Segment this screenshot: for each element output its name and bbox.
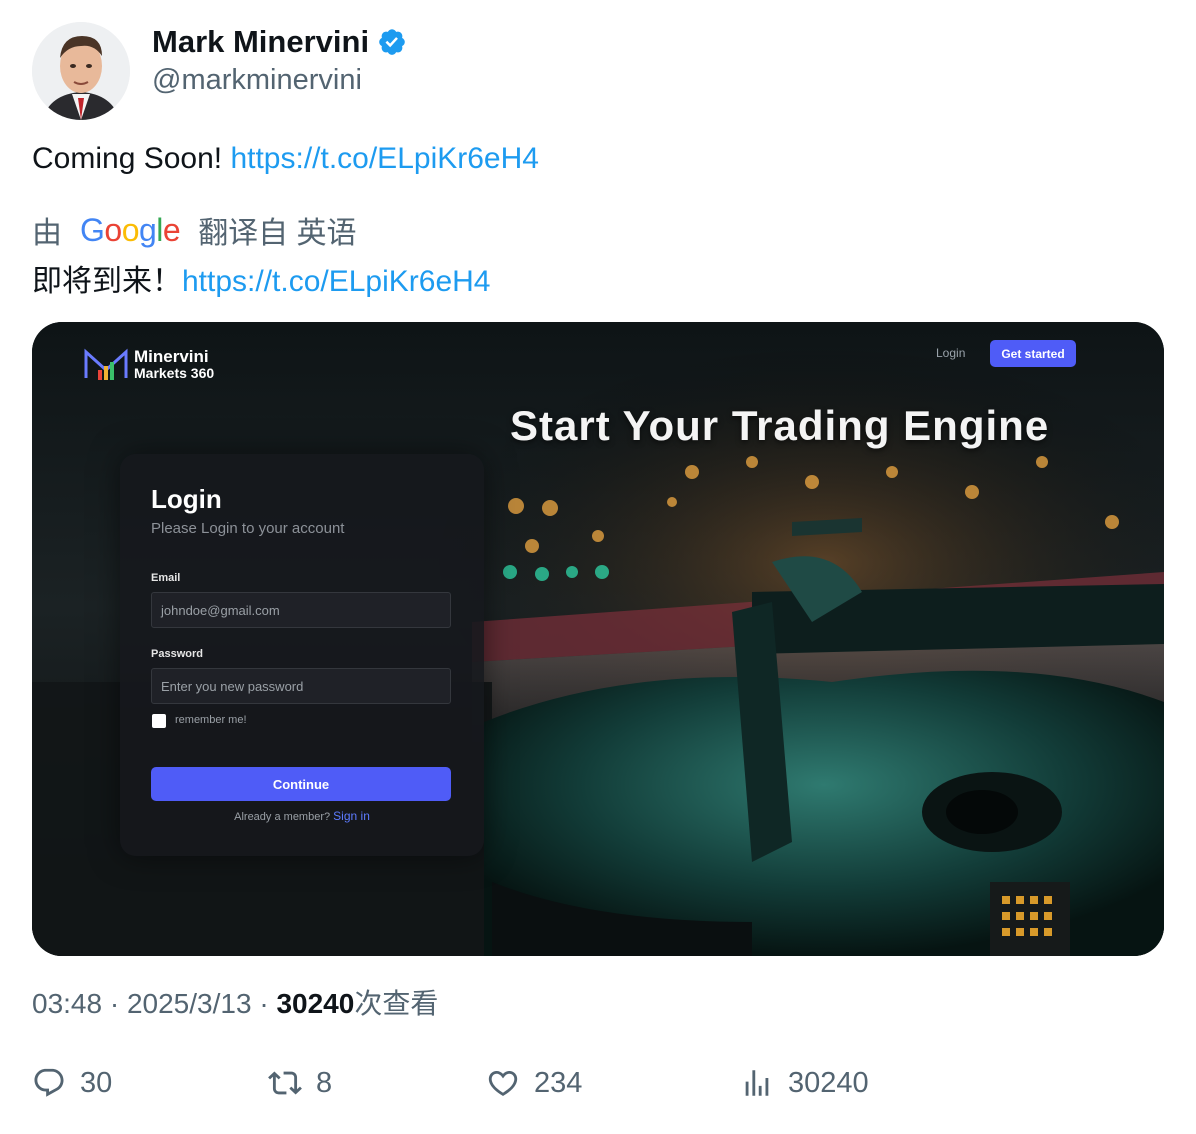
- hero-headline: Start Your Trading Engine: [510, 402, 1050, 449]
- tweet-media-image[interactable]: Minervini Markets 360 Login Get started …: [32, 322, 1164, 956]
- member-prompt: Already a member? Sign in: [120, 809, 484, 823]
- tweet-time[interactable]: 03:48: [32, 988, 102, 1019]
- brand-name: Minervini: [134, 347, 209, 366]
- email-label: Email: [151, 572, 181, 584]
- translation-attribution: 由 Google 翻译自 英语: [32, 208, 357, 252]
- views-button[interactable]: 30240: [740, 1066, 869, 1100]
- login-title: Login: [151, 484, 222, 514]
- like-button[interactable]: 234: [486, 1066, 582, 1100]
- translated-link[interactable]: https://t.co/ELpiKr6eH4: [182, 265, 491, 298]
- translated-from-label: 翻译自 英语: [198, 217, 357, 250]
- avatar-image: [32, 22, 130, 120]
- sign-in-link[interactable]: Sign in: [333, 809, 370, 823]
- login-card: Login Please Login to your account Email…: [120, 454, 484, 856]
- login-subtitle: Please Login to your account: [151, 520, 345, 537]
- remember-label: remember me!: [175, 714, 247, 726]
- retweet-icon: [268, 1071, 302, 1095]
- translated-by-label: 由: [32, 217, 62, 250]
- heart-icon: [488, 1070, 518, 1096]
- translated-text: 即将到来！https://t.co/ELpiKr6eH4: [32, 256, 491, 300]
- continue-button[interactable]: Continue: [151, 767, 451, 801]
- reply-count: 30: [80, 1066, 113, 1099]
- author-name-row[interactable]: Mark Minervini: [152, 24, 407, 60]
- meta-separator: ·: [102, 988, 127, 1019]
- nav-login-link[interactable]: Login: [936, 346, 965, 360]
- brand-subname: Markets 360: [134, 365, 215, 381]
- tweet-date[interactable]: 2025/3/13: [127, 988, 252, 1019]
- views-count: 30240: [276, 988, 355, 1019]
- translated-body: 即将到来！: [32, 265, 182, 298]
- google-logo: Google: [80, 211, 181, 248]
- author-handle[interactable]: @markminervini: [152, 64, 362, 97]
- views-chart-icon: [745, 1070, 769, 1096]
- tweet-link[interactable]: https://t.co/ELpiKr6eH4: [230, 142, 539, 175]
- minervini-logo-icon: [84, 348, 128, 380]
- password-field[interactable]: Enter you new password: [151, 668, 451, 704]
- action-bar: 30 8 234 30240: [0, 1066, 1196, 1110]
- brand-logo[interactable]: Minervini Markets 360: [84, 348, 214, 382]
- meta-separator: ·: [251, 988, 277, 1019]
- like-count: 234: [534, 1066, 583, 1099]
- reply-icon: [34, 1068, 64, 1097]
- email-field[interactable]: johndoe@gmail.com: [151, 592, 451, 628]
- verified-badge-icon: [379, 29, 405, 55]
- views-action-count: 30240: [788, 1066, 869, 1099]
- member-prompt-text: Already a member?: [234, 811, 334, 823]
- tweet-meta: 03:48 · 2025/3/13 · 30240次查看: [32, 982, 438, 1022]
- retweet-count: 8: [316, 1066, 333, 1099]
- tweet-text: Coming Soon! https://t.co/ELpiKr6eH4: [32, 142, 539, 176]
- password-label: Password: [151, 648, 203, 660]
- avatar[interactable]: [32, 22, 130, 120]
- get-started-button[interactable]: Get started: [990, 340, 1076, 367]
- reply-button[interactable]: 30: [32, 1066, 112, 1100]
- views-label: 次查看: [354, 988, 439, 1019]
- retweet-button[interactable]: 8: [268, 1066, 332, 1100]
- tweet-body: Coming Soon!: [32, 142, 231, 175]
- remember-checkbox[interactable]: [152, 714, 166, 728]
- author-name[interactable]: Mark Minervini: [152, 24, 369, 60]
